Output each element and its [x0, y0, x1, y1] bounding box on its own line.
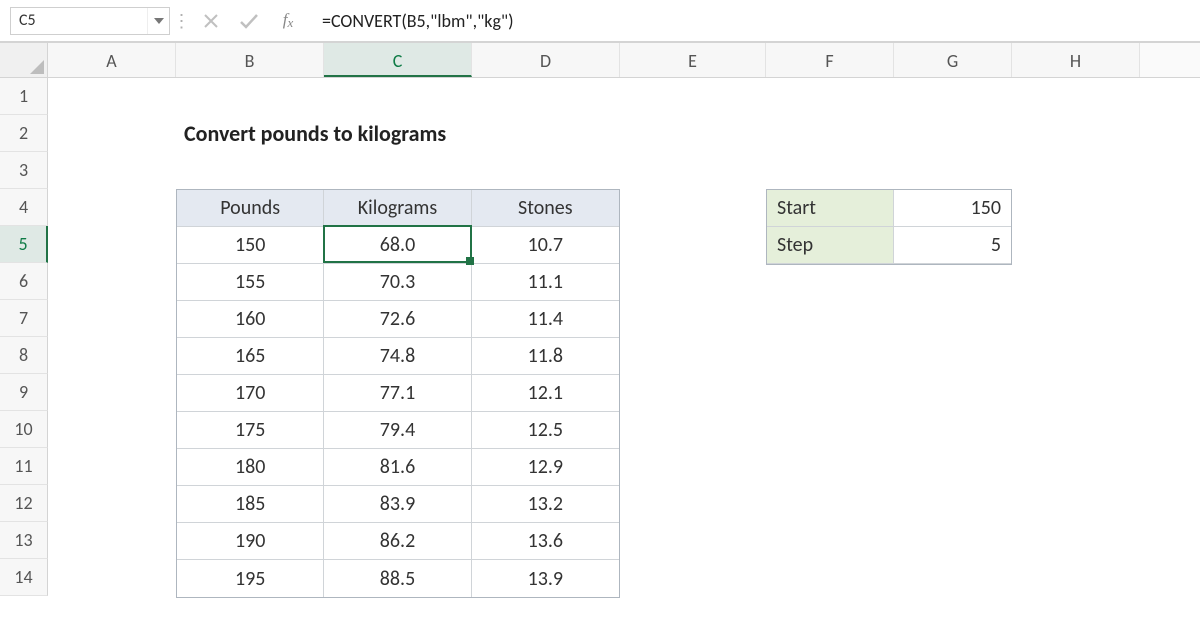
row-header-1[interactable]: 1: [0, 78, 48, 115]
table-row: 16574.811.8: [177, 338, 619, 375]
row-header-2[interactable]: 2: [0, 115, 48, 152]
table-row: 19086.213.6: [177, 523, 619, 560]
row-header-8[interactable]: 8: [0, 337, 48, 374]
column-header-A[interactable]: A: [48, 43, 176, 77]
page-title: Convert pounds to kilograms: [176, 115, 776, 152]
row-headers: 1234567891011121314: [0, 78, 48, 596]
table-cell[interactable]: 86.2: [324, 523, 471, 560]
row-header-11[interactable]: 11: [0, 448, 48, 485]
table-row: 17077.112.1: [177, 375, 619, 412]
table-cell[interactable]: 13.6: [472, 523, 619, 560]
select-all-corner[interactable]: [0, 43, 48, 77]
name-box-value: C5: [11, 11, 147, 30]
table-cell[interactable]: 160: [177, 301, 324, 338]
table-cell[interactable]: 74.8: [324, 338, 471, 375]
column-header-F[interactable]: F: [766, 43, 894, 77]
parameters-table: Start150Step5: [766, 189, 1012, 265]
table-cell[interactable]: 175: [177, 412, 324, 449]
table-cell[interactable]: 12.9: [472, 449, 619, 486]
table-cell[interactable]: 81.6: [324, 449, 471, 486]
table-header[interactable]: Stones: [472, 190, 619, 227]
column-header-E[interactable]: E: [620, 43, 766, 77]
column-header-G[interactable]: G: [894, 43, 1012, 77]
table-row: 18583.913.2: [177, 486, 619, 523]
param-label[interactable]: Step: [767, 227, 894, 264]
row-header-6[interactable]: 6: [0, 263, 48, 300]
name-box[interactable]: C5: [10, 7, 170, 35]
formula-bar-separator-icon: ⋮: [170, 10, 192, 32]
column-header-D[interactable]: D: [472, 43, 620, 77]
table-cell[interactable]: 12.1: [472, 375, 619, 412]
table-cell[interactable]: 88.5: [324, 560, 471, 597]
table-cell[interactable]: 170: [177, 375, 324, 412]
table-cell[interactable]: 77.1: [324, 375, 471, 412]
table-row: 19588.513.9: [177, 560, 619, 597]
table-row: 16072.611.4: [177, 301, 619, 338]
table-row: 15570.311.1: [177, 264, 619, 301]
table-cell[interactable]: 190: [177, 523, 324, 560]
table-cell[interactable]: 180: [177, 449, 324, 486]
table-cell[interactable]: 10.7: [472, 227, 619, 264]
table-cell[interactable]: 13.9: [472, 560, 619, 597]
row-header-9[interactable]: 9: [0, 374, 48, 411]
table-cell[interactable]: 150: [177, 227, 324, 264]
table-row: 18081.612.9: [177, 449, 619, 486]
table-cell[interactable]: 68.0: [324, 227, 471, 264]
column-header-C[interactable]: C: [324, 43, 472, 77]
insert-function-button[interactable]: fx: [268, 10, 308, 31]
table-row: 17579.412.5: [177, 412, 619, 449]
table-cell[interactable]: 165: [177, 338, 324, 375]
table-cell[interactable]: 11.8: [472, 338, 619, 375]
row-header-13[interactable]: 13: [0, 522, 48, 559]
table-cell[interactable]: 13.2: [472, 486, 619, 523]
table-cell[interactable]: 83.9: [324, 486, 471, 523]
column-header-B[interactable]: B: [176, 43, 324, 77]
table-row: 15068.010.7: [177, 227, 619, 264]
column-headers: ABCDEFGH: [0, 42, 1200, 78]
param-row: Start150: [767, 190, 1011, 227]
enter-button[interactable]: [230, 7, 268, 35]
table-cell[interactable]: 70.3: [324, 264, 471, 301]
table-cell[interactable]: 72.6: [324, 301, 471, 338]
table-cell[interactable]: 79.4: [324, 412, 471, 449]
row-header-12[interactable]: 12: [0, 485, 48, 522]
table-cell[interactable]: 12.5: [472, 412, 619, 449]
param-row: Step5: [767, 227, 1011, 264]
row-header-3[interactable]: 3: [0, 152, 48, 189]
param-value[interactable]: 5: [894, 227, 1011, 264]
formula-input[interactable]: =CONVERT(B5,"lbm","kg"): [308, 7, 1190, 35]
row-header-7[interactable]: 7: [0, 300, 48, 337]
row-header-14[interactable]: 14: [0, 559, 48, 596]
row-header-10[interactable]: 10: [0, 411, 48, 448]
table-cell[interactable]: 11.4: [472, 301, 619, 338]
row-header-4[interactable]: 4: [0, 189, 48, 226]
table-cell[interactable]: 195: [177, 560, 324, 597]
param-value[interactable]: 150: [894, 190, 1011, 227]
conversion-table: PoundsKilogramsStones15068.010.715570.31…: [176, 189, 620, 598]
table-header[interactable]: Pounds: [177, 190, 324, 227]
row-header-5[interactable]: 5: [0, 226, 48, 263]
param-label[interactable]: Start: [767, 190, 894, 227]
table-cell[interactable]: 185: [177, 486, 324, 523]
table-header[interactable]: Kilograms: [324, 190, 471, 227]
formula-bar: C5 ⋮ fx =CONVERT(B5,"lbm","kg"): [0, 0, 1200, 42]
table-cell[interactable]: 155: [177, 264, 324, 301]
formula-text: =CONVERT(B5,"lbm","kg"): [322, 10, 514, 32]
column-header-H[interactable]: H: [1012, 43, 1140, 77]
cancel-button[interactable]: [192, 7, 230, 35]
spreadsheet-grid[interactable]: ABCDEFGH 1234567891011121314 Convert pou…: [0, 78, 1200, 630]
name-box-dropdown-icon[interactable]: [147, 8, 169, 34]
table-cell[interactable]: 11.1: [472, 264, 619, 301]
